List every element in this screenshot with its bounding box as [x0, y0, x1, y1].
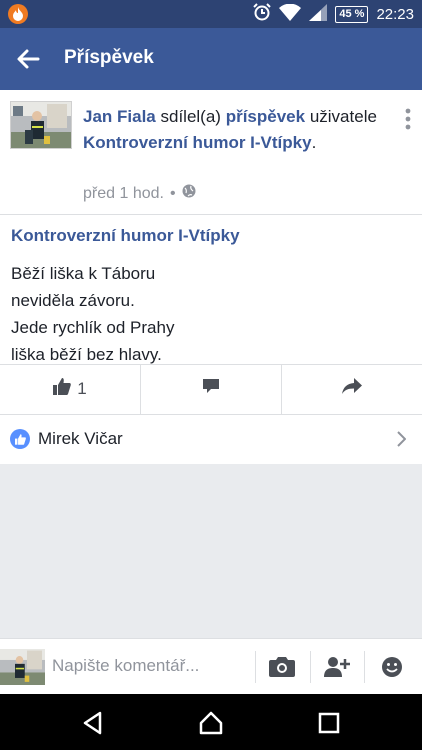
emoji-icon[interactable] — [377, 653, 407, 681]
author-link[interactable]: Jan Fiala — [83, 107, 156, 126]
app-bar: Příspěvek — [0, 28, 422, 90]
thumbs-up-icon — [53, 378, 72, 400]
composer-separator — [310, 651, 311, 683]
more-options-icon[interactable] — [404, 108, 412, 130]
tag-friend-icon[interactable] — [322, 653, 352, 681]
likers-row[interactable]: Mirek Vičar — [0, 414, 422, 464]
post-actions: 1 — [0, 364, 422, 414]
chevron-right-icon — [396, 431, 407, 452]
group-link[interactable]: Kontroverzní humor I-Vtípky — [83, 133, 312, 152]
alarm-icon — [253, 3, 272, 25]
divider — [0, 214, 422, 215]
notification-flame-icon — [8, 4, 28, 24]
share-button[interactable] — [282, 364, 422, 414]
group-header-link[interactable]: Kontroverzní humor I-Vtípky — [11, 226, 240, 246]
post-link[interactable]: příspěvek — [226, 107, 305, 126]
post-meta: před 1 hod. • — [83, 184, 196, 203]
liker-name: Mirek Vičar — [38, 429, 123, 448]
wifi-icon — [279, 3, 302, 25]
comment-button[interactable] — [141, 364, 281, 414]
back-triangle-icon[interactable] — [80, 710, 106, 736]
comment-composer: Napište komentář... — [0, 638, 422, 695]
share-arrow-icon — [342, 378, 362, 400]
system-nav-bar — [0, 694, 422, 750]
signal-icon — [309, 3, 328, 25]
home-icon[interactable] — [198, 710, 224, 736]
meta-separator: • — [169, 184, 176, 202]
comment-icon — [202, 378, 220, 400]
composer-separator — [255, 651, 256, 683]
like-count: 1 — [77, 379, 87, 398]
author-avatar[interactable] — [10, 101, 72, 149]
recent-apps-icon[interactable] — [316, 710, 342, 736]
like-button[interactable]: 1 — [0, 364, 140, 414]
post-header-text: Jan Fiala sdílel(a) příspěvek uživatele … — [83, 104, 383, 156]
globe-icon — [182, 184, 196, 203]
camera-icon[interactable] — [267, 653, 297, 681]
clock: 22:23 — [376, 5, 414, 23]
post-card: Jan Fiala sdílel(a) příspěvek uživatele … — [0, 90, 422, 464]
back-arrow-icon[interactable] — [14, 45, 42, 73]
like-badge-icon — [10, 429, 30, 449]
comment-input[interactable]: Napište komentář... — [52, 656, 199, 676]
status-bar: 45 % 22:23 — [0, 0, 422, 28]
user-text: uživatele — [309, 107, 377, 126]
post-time[interactable]: před 1 hod. — [83, 185, 164, 203]
shared-text: sdílel(a) — [160, 107, 221, 126]
page-title: Příspěvek — [64, 47, 154, 68]
period: . — [311, 133, 317, 152]
composer-separator — [364, 651, 365, 683]
user-avatar — [0, 649, 45, 685]
post-body: Běží liška k Táboru neviděla závoru. Jed… — [11, 264, 175, 364]
battery-indicator: 45 % — [335, 5, 369, 23]
